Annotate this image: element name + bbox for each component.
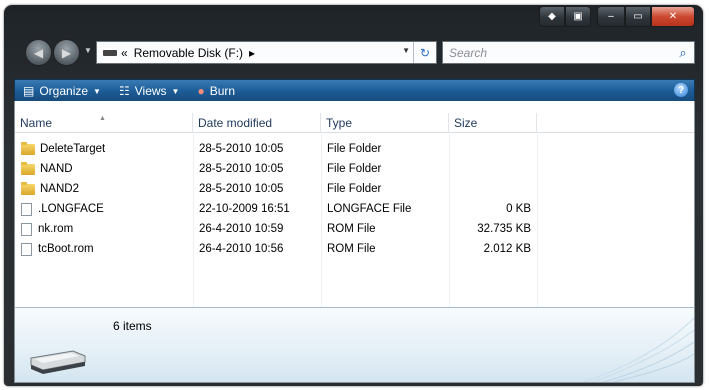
file-name: NAND2 xyxy=(40,183,79,195)
folder-icon xyxy=(21,141,35,155)
file-date: 26-4-2010 10:56 xyxy=(199,243,284,255)
restore-layout-button[interactable]: ▣ xyxy=(565,6,591,27)
folder-icon xyxy=(21,181,35,195)
minimize-button[interactable]: ‒ xyxy=(597,6,625,27)
file-name: nk.rom xyxy=(38,223,74,235)
column-date-label: Date modified xyxy=(198,115,273,130)
file-name-cell: nk.rom xyxy=(21,219,73,239)
file-size: 0 KB xyxy=(506,203,531,215)
extra-caption-group: ◆ ▣ xyxy=(539,6,591,27)
file-type: ROM File xyxy=(327,243,376,255)
file-name-cell: NAND xyxy=(21,159,73,179)
help-icon[interactable]: ? xyxy=(674,83,688,97)
organize-icon: ▤ xyxy=(23,84,35,98)
file-row[interactable]: NAND2 28-5-2010 10:05 File Folder xyxy=(15,179,694,199)
organize-label: Organize xyxy=(39,84,89,98)
file-row[interactable]: .LONGFACE 22-10-2009 16:51 LONGFACE File… xyxy=(15,199,694,219)
column-date-modified[interactable]: Date modified xyxy=(193,113,321,132)
file-name-cell: tcBoot.rom xyxy=(21,239,94,259)
address-row: ◀ ▶ ▼ « Removable Disk (F:) ▸ ▼ ↻ Search… xyxy=(4,37,703,71)
file-date: 28-5-2010 10:05 xyxy=(199,163,284,175)
search-icon[interactable]: ⌕ xyxy=(672,45,694,61)
burn-label: Burn xyxy=(209,84,236,98)
folder-icon xyxy=(21,161,35,175)
search-box[interactable]: Search ⌕ xyxy=(442,41,695,64)
file-name: tcBoot.rom xyxy=(38,243,94,255)
file-size xyxy=(455,159,531,179)
file-size xyxy=(455,179,531,199)
address-chevron[interactable]: « xyxy=(121,46,128,60)
item-count: 6 items xyxy=(113,319,152,333)
back-button[interactable]: ◀ xyxy=(25,39,52,66)
views-icon: ☷ xyxy=(118,84,130,98)
file-icon xyxy=(21,222,32,236)
file-date: 26-4-2010 10:59 xyxy=(199,223,284,235)
command-bar: ▤ Organize ▼ ☷ Views ▼ ● Burn ? xyxy=(14,79,695,103)
title-bar: ◆ ▣ ‒ ▭ ✕ xyxy=(4,5,703,33)
column-type-label: Type xyxy=(326,115,353,130)
file-date: 28-5-2010 10:05 xyxy=(199,183,284,195)
details-pane: 6 items xyxy=(14,307,695,383)
removable-drive-icon xyxy=(30,350,86,374)
burn-button[interactable]: ● Burn xyxy=(197,84,235,98)
column-size[interactable]: Size xyxy=(449,113,537,132)
file-list: Name ▲ Date modified Type Size DeleteTar… xyxy=(14,101,695,307)
burn-icon: ● xyxy=(197,84,205,98)
file-date: 22-10-2009 16:51 xyxy=(199,203,290,215)
file-icon xyxy=(21,242,32,256)
file-type: File Folder xyxy=(327,163,382,175)
file-name-cell: DeleteTarget xyxy=(21,139,105,159)
refresh-icon: ↻ xyxy=(419,45,431,60)
column-type[interactable]: Type xyxy=(321,113,449,132)
file-type: File Folder xyxy=(327,143,382,155)
file-name: NAND xyxy=(40,163,73,175)
file-type: LONGFACE File xyxy=(327,203,412,215)
views-button[interactable]: ☷ Views ▼ xyxy=(119,84,179,98)
recent-pages-dropdown-icon[interactable]: ▼ xyxy=(84,46,92,55)
file-date: 28-5-2010 10:05 xyxy=(199,143,284,155)
views-label: Views xyxy=(134,84,167,98)
refresh-button[interactable]: ↻ xyxy=(413,42,436,63)
address-arrow-icon[interactable]: ▸ xyxy=(249,46,255,60)
window-controls: ‒ ▭ ✕ xyxy=(597,6,695,27)
chevron-down-icon: ▼ xyxy=(93,86,101,96)
file-type: File Folder xyxy=(327,183,382,195)
forward-arrow-icon: ▶ xyxy=(61,45,72,60)
file-rows: DeleteTarget 28-5-2010 10:05 File Folder… xyxy=(15,139,694,259)
file-name-cell: NAND2 xyxy=(21,179,79,199)
column-name[interactable]: Name ▲ xyxy=(15,113,193,132)
address-bar[interactable]: « Removable Disk (F:) ▸ ▼ ↻ xyxy=(96,41,437,64)
drive-icon xyxy=(103,49,117,56)
column-size-label: Size xyxy=(454,115,478,130)
file-type: ROM File xyxy=(327,223,376,235)
file-name-cell: .LONGFACE xyxy=(21,199,104,219)
address-location[interactable]: Removable Disk (F:) xyxy=(134,46,243,60)
decorative-swoosh xyxy=(583,317,694,382)
file-row[interactable]: DeleteTarget 28-5-2010 10:05 File Folder xyxy=(15,139,694,159)
explorer-window: ◆ ▣ ‒ ▭ ✕ ◀ ▶ ▼ « Removable Disk (F:) ▸ … xyxy=(4,5,703,386)
file-icon xyxy=(21,202,32,216)
back-arrow-icon: ◀ xyxy=(33,45,44,60)
chevron-down-icon: ▼ xyxy=(171,86,180,96)
file-size: 32.735 KB xyxy=(477,223,531,235)
search-input[interactable]: Search xyxy=(449,46,672,60)
sort-arrow-icon: ▲ xyxy=(99,115,106,122)
file-size: 2.012 KB xyxy=(483,243,531,255)
file-row[interactable]: nk.rom 26-4-2010 10:59 ROM File 32.735 K… xyxy=(15,219,694,239)
address-dropdown-icon[interactable]: ▼ xyxy=(402,46,410,55)
file-name: DeleteTarget xyxy=(40,143,106,155)
file-row[interactable]: tcBoot.rom 26-4-2010 10:56 ROM File 2.01… xyxy=(15,239,694,259)
file-size xyxy=(455,139,531,159)
maximize-button[interactable]: ▭ xyxy=(625,6,651,27)
organize-button[interactable]: ▤ Organize ▼ xyxy=(23,84,101,98)
file-row[interactable]: NAND 28-5-2010 10:05 File Folder xyxy=(15,159,694,179)
column-header-row: Name ▲ Date modified Type Size xyxy=(15,113,694,133)
column-name-label: Name xyxy=(20,115,53,130)
file-name: .LONGFACE xyxy=(38,203,104,215)
switch-view-button[interactable]: ◆ xyxy=(539,6,565,27)
close-button[interactable]: ✕ xyxy=(651,6,695,27)
caption-buttons: ◆ ▣ ‒ ▭ ✕ xyxy=(539,6,695,27)
forward-button[interactable]: ▶ xyxy=(53,39,80,66)
